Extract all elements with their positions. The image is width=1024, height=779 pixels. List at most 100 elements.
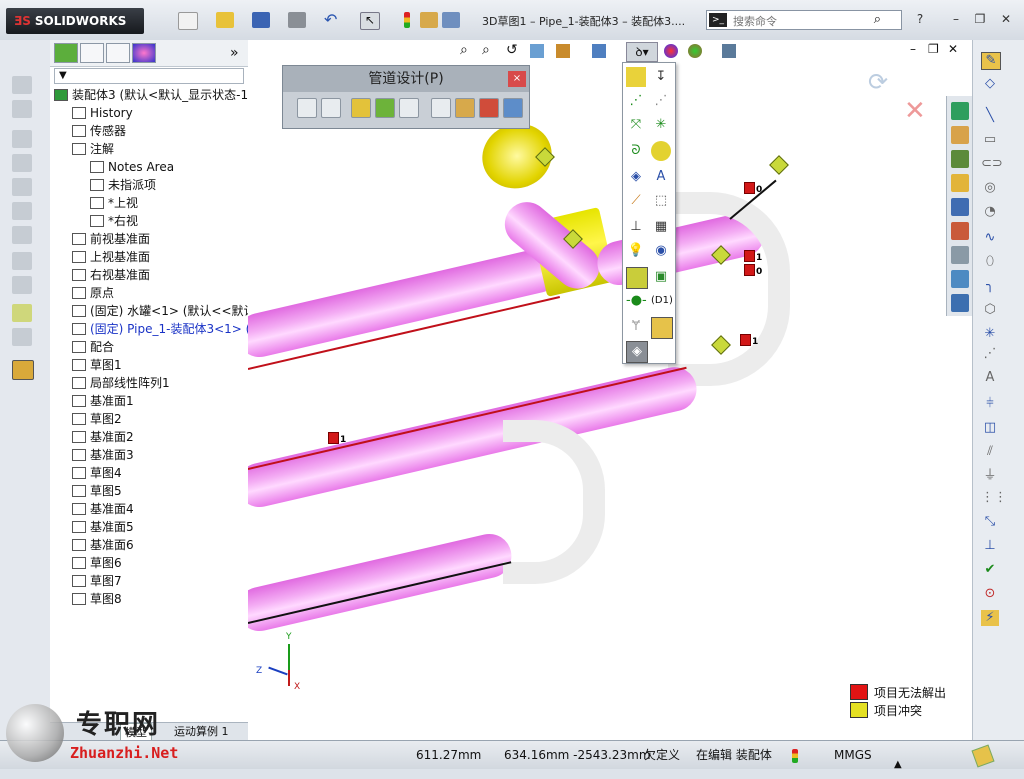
polygon-icon[interactable]: ⬡ <box>981 302 999 318</box>
tree-item[interactable]: 局部线性阵列1 <box>72 374 170 392</box>
route-tool-icon[interactable] <box>297 98 317 118</box>
axis-triad-icon[interactable]: ⤧ <box>626 115 646 135</box>
view-orientation-icon[interactable] <box>592 44 606 58</box>
tree-item[interactable]: 草图7 <box>72 572 122 590</box>
strip-tool-icon[interactable] <box>12 276 32 294</box>
tree-item[interactable]: History <box>72 104 133 122</box>
selection-box-icon[interactable]: ⬚ <box>651 191 671 211</box>
error-marker[interactable] <box>744 182 755 194</box>
zoom-to-fit-icon[interactable]: ⌕ <box>460 42 468 58</box>
tree-item[interactable]: 注解 <box>72 140 114 158</box>
search-input[interactable] <box>731 12 875 30</box>
tree-item[interactable]: 未指派项 <box>90 176 156 194</box>
strip-tool-icon[interactable] <box>12 100 32 118</box>
library-icon[interactable] <box>503 98 523 118</box>
save-icon[interactable] <box>252 12 270 28</box>
new-document-icon[interactable] <box>178 12 198 30</box>
undo-icon[interactable]: ↶ <box>324 12 342 28</box>
pipe-elbow-upper[interactable] <box>668 192 790 386</box>
tree-item[interactable]: 传感器 <box>72 122 126 140</box>
dimension-tag-icon[interactable]: ◈ <box>626 167 646 187</box>
add-relation-icon[interactable]: ✔ <box>981 562 999 578</box>
zoom-area-icon[interactable]: ⌕ <box>482 42 490 58</box>
dynamic-annotation-icon[interactable] <box>556 44 570 58</box>
error-marker[interactable] <box>740 334 751 346</box>
grid-icon[interactable]: ▦ <box>651 217 671 237</box>
tree-item[interactable]: 配合 <box>72 338 114 356</box>
origin-icon[interactable]: ✳ <box>651 115 671 135</box>
forum-icon[interactable] <box>951 270 969 288</box>
linear-pattern-icon[interactable]: ⋮⋮ <box>981 490 1007 506</box>
arc-icon[interactable]: ◔ <box>981 204 999 220</box>
filter-icon[interactable]: Ɏ <box>626 317 646 337</box>
tree-item[interactable]: Notes Area <box>90 158 174 176</box>
line-icon[interactable]: ⋰ <box>626 91 646 111</box>
search-icon[interactable]: ⌕ <box>874 12 881 27</box>
dimension-d1-label[interactable]: (D1) <box>651 295 673 306</box>
text-icon[interactable]: A <box>651 167 671 187</box>
custom-properties-icon[interactable] <box>951 246 969 264</box>
tree-root[interactable]: 装配体3 (默认<默认_显示状态-1 <box>54 86 248 104</box>
home-icon[interactable] <box>951 126 969 144</box>
error-marker[interactable] <box>744 264 755 276</box>
help-icon[interactable]: ? <box>912 12 928 26</box>
tree-item[interactable]: 原点 <box>72 284 114 302</box>
viewport-minimize-icon[interactable]: – <box>910 42 916 56</box>
apply-scene-icon[interactable] <box>688 44 702 58</box>
resources-icon[interactable] <box>951 102 969 120</box>
tree-item[interactable]: 草图8 <box>72 590 122 608</box>
ellipse-icon[interactable]: ⬯ <box>981 254 999 270</box>
expand-panel-icon[interactable]: » <box>230 45 239 61</box>
tree-item[interactable]: 基准面2 <box>72 428 134 446</box>
appearance-tab[interactable] <box>132 43 156 63</box>
tree-item[interactable]: 前视基准面 <box>72 230 150 248</box>
routing-library-icon[interactable] <box>951 294 969 312</box>
strip-tool-icon[interactable] <box>12 202 32 220</box>
rebuild-traffic-light-icon[interactable] <box>398 12 416 28</box>
unit-dropdown-icon[interactable]: ▲ <box>894 751 902 779</box>
strip-tool-icon[interactable] <box>12 76 32 94</box>
strip-tool-icon[interactable] <box>12 130 32 148</box>
edit-appearance-icon[interactable] <box>664 44 678 58</box>
tree-item[interactable]: 上视基准面 <box>72 248 150 266</box>
graphics-viewport[interactable]: ⌕ ⌕ ↺ ꝺ▾ – ❐ ✕ ⟳ ✕ 0 1 0 1 1 Y Z X <box>248 40 972 740</box>
design-library-icon[interactable] <box>951 150 969 168</box>
strip-tool-icon[interactable] <box>12 328 32 346</box>
sketch-plane-icon[interactable] <box>651 317 673 339</box>
text-icon[interactable]: A <box>981 370 999 386</box>
view-icon[interactable]: ◈ <box>626 341 648 363</box>
tag-icon[interactable] <box>971 744 995 768</box>
pipe-drawing-icon[interactable] <box>479 98 499 118</box>
tree-item[interactable]: 草图4 <box>72 464 122 482</box>
circle-icon[interactable]: ◎ <box>981 180 999 196</box>
tree-item[interactable]: 基准面1 <box>72 392 134 410</box>
conflict-marker[interactable] <box>769 155 789 175</box>
tree-item[interactable]: (固定) Pipe_1-装配体3<1> ( <box>72 320 250 338</box>
mirror-icon[interactable]: ⏚ <box>981 468 999 484</box>
previous-view-icon[interactable]: ↺ <box>506 42 518 58</box>
minimize-window-button[interactable]: – <box>948 12 964 26</box>
pipe-segment-upper[interactable] <box>248 244 565 362</box>
pipe-elbow-lower[interactable] <box>503 420 605 584</box>
confirm-corner-cancel-icon[interactable]: ✕ <box>904 98 930 124</box>
point-icon[interactable]: ✳ <box>981 326 999 342</box>
smart-dimension-icon[interactable] <box>626 67 646 87</box>
tree-item[interactable]: 草图1 <box>72 356 122 374</box>
solidworks-logo[interactable]: ƎS SOLIDWORKS <box>6 8 144 34</box>
tree-item[interactable]: 基准面3 <box>72 446 134 464</box>
database-icon[interactable] <box>626 267 648 289</box>
add-fitting-icon[interactable] <box>351 98 371 118</box>
active-sketch-tool-icon[interactable] <box>12 360 34 380</box>
plane-icon[interactable] <box>651 141 671 161</box>
smart-dimension-icon[interactable]: ◇ <box>981 76 999 92</box>
sketch-icon[interactable]: ✎ <box>981 52 1001 70</box>
spline-icon[interactable]: ∿ <box>981 230 999 246</box>
hide-show-items-icon[interactable]: ꝺ▾ <box>626 42 658 62</box>
tree-item[interactable]: (固定) 水罐<1> (默认<<默认 <box>72 302 256 320</box>
error-marker[interactable] <box>744 250 755 262</box>
edit-route-icon[interactable] <box>375 98 395 118</box>
camera-icon[interactable]: ◉ <box>651 241 671 261</box>
strip-tool-icon[interactable] <box>12 178 32 196</box>
strip-tool-icon[interactable] <box>12 154 32 172</box>
viewport-close-icon[interactable]: ✕ <box>948 42 958 56</box>
